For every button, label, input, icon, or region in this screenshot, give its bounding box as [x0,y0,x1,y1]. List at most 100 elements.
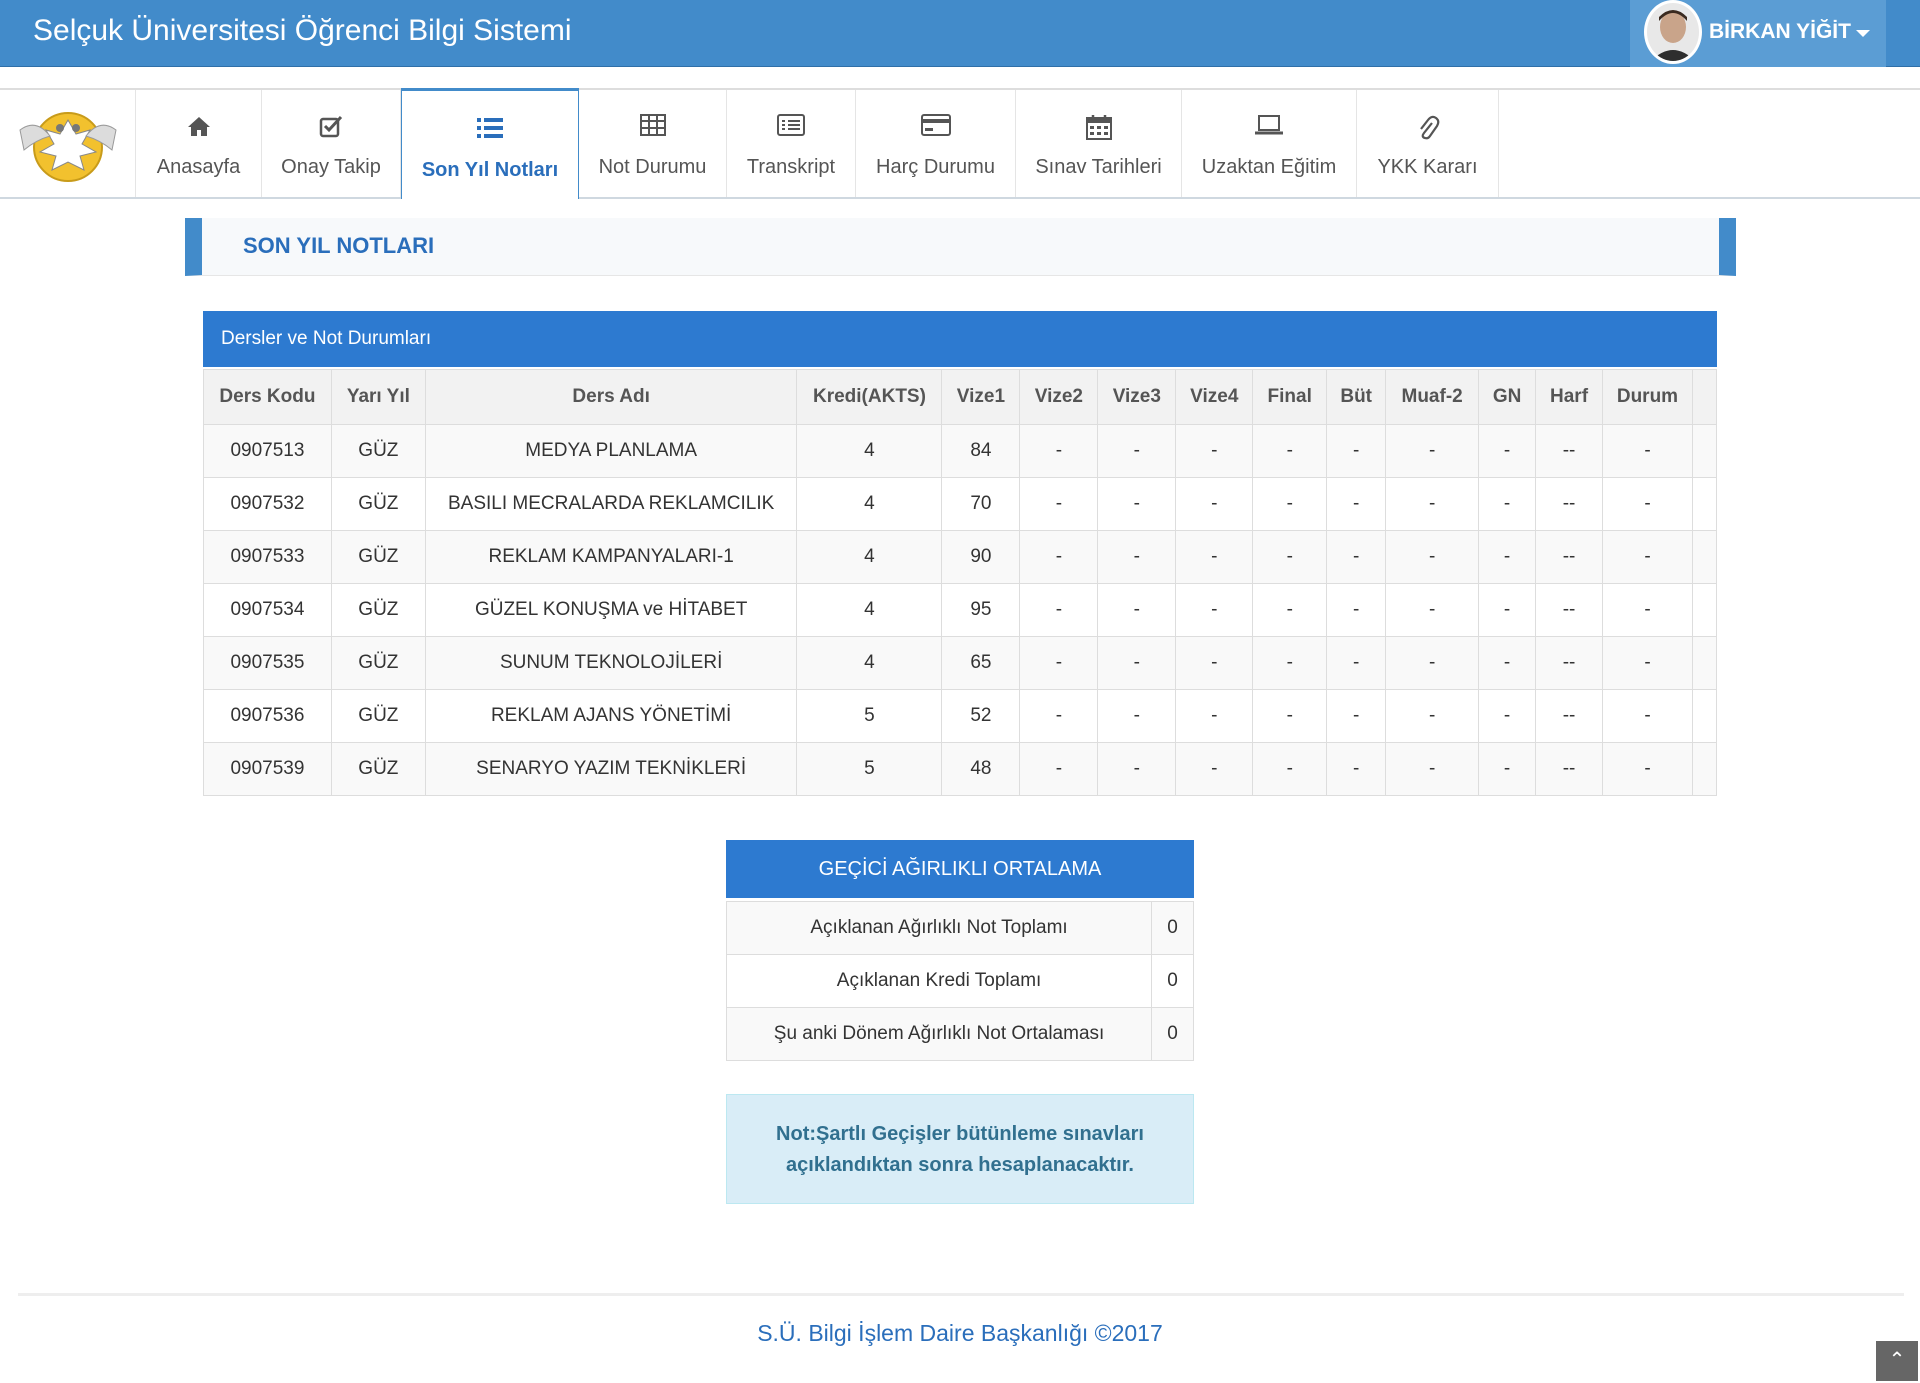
table-cell: -- [1535,689,1603,743]
table-cell: - [1478,583,1537,637]
table-cell: 0907532 [203,477,332,531]
double-chevron-up-icon: ⌃ [1888,1349,1906,1371]
panel-title: Dersler ve Not Durumları [221,328,432,349]
table-cell: - [1602,742,1693,796]
table-cell: 4 [796,477,943,531]
home-icon [136,114,261,140]
table-cell: SUNUM TEKNOLOJİLERİ [424,636,798,690]
column-header: Kredi(AKTS) [796,369,943,425]
table-cell: REKLAM AJANS YÖNETİMİ [424,689,798,743]
table-cell: 0907539 [203,742,332,796]
table-cell: - [1019,583,1099,637]
table-cell-spacer [1691,689,1718,743]
column-header: Ders Adı [424,369,798,425]
table-cell: BASILI MECRALARDA REKLAMCILIK [424,477,798,531]
table-cell: 4 [796,424,943,478]
column-header: Vize2 [1019,369,1099,425]
credit-card-icon [856,114,1015,140]
main-nav: Anasayfa Onay Takip Son Yıl Notları Not … [0,88,1920,199]
table-cell: 95 [941,583,1021,637]
table-cell: - [1602,636,1693,690]
table-cell: - [1326,477,1387,531]
table-cell-spacer [1691,742,1718,796]
table-cell: 0907535 [203,636,332,690]
table-cell: 4 [796,636,943,690]
table-cell: - [1097,477,1177,531]
note-line: açıklandıktan sonra hesaplanacaktır. [786,1154,1134,1176]
table-cell: - [1175,477,1254,531]
nav-son-yil-notlari[interactable]: Son Yıl Notları [401,88,579,199]
list-alt-icon [727,114,855,140]
nav-label: Uzaktan Eğitim [1201,156,1337,178]
table-cell: - [1478,689,1537,743]
column-header-spacer [1691,369,1718,425]
table-cell: 4 [796,583,943,637]
nav-label: Onay Takip [281,156,381,178]
nav-label: YKK Kararı [1377,156,1478,178]
gano-title: GEÇİCİ AĞIRLIKLI ORTALAMA [818,858,1102,880]
user-menu[interactable]: BİRKAN YİĞİT [1630,0,1886,67]
table-cell: - [1097,424,1177,478]
top-bar: Selçuk Üniversitesi Öğrenci Bilgi Sistem… [0,0,1920,67]
table-cell: - [1252,530,1328,584]
table-row: 0907513 GÜZ MEDYA PLANLAMA 4 84- - - - - - - -- - [203,424,1718,478]
footer-text: S.Ü. Bilgi İşlem Daire Başkanlığı ©2017 [757,1320,1163,1346]
nav-not-durumu[interactable]: Not Durumu [579,90,727,197]
table-cell: - [1385,742,1480,796]
gano-label: Şu anki Dönem Ağırlıklı Not Ortalaması [725,1007,1153,1061]
table-cell: - [1019,477,1099,531]
nav-transkript[interactable]: Transkript [727,90,856,197]
nav-onay-takip[interactable]: Onay Takip [262,90,401,197]
university-logo[interactable] [0,90,136,197]
table-row: 0907533 GÜZ REKLAM KAMPANYALARI-1 4 90- - - - - -… [203,530,1718,584]
table-cell: - [1602,424,1693,478]
table-cell: - [1326,636,1387,690]
table-cell: SENARYO YAZIM TEKNİKLERİ [424,742,798,796]
table-cell: GÜZ [330,583,426,637]
table-cell: - [1252,636,1328,690]
table-cell: - [1252,689,1328,743]
table-header-row: Ders Kodu Yarı Yıl Ders Adı Kredi(AKTS) … [203,369,1718,425]
table-cell: 5 [796,689,943,743]
table-cell: - [1252,583,1328,637]
table-cell: GÜZ [330,424,426,478]
table-cell: - [1097,689,1177,743]
table-cell: GÜZ [330,530,426,584]
column-header: Vize4 [1175,369,1254,425]
footer-divider [18,1293,1904,1296]
table-cell: GÜZ [330,742,426,796]
table-cell: - [1326,424,1387,478]
table-row: 0907532 GÜZ BASILI MECRALARDA REKLAMCILIK 4… [203,477,1718,531]
nav-ykk-karari[interactable]: YKK Kararı [1357,90,1499,197]
grades-panel-heading: Dersler ve Not Durumları [203,311,1717,367]
table-cell: - [1252,424,1328,478]
column-header: Büt [1326,369,1387,425]
table-cell: - [1326,689,1387,743]
table-cell: MEDYA PLANLAMA [424,424,798,478]
table-cell: 0907533 [203,530,332,584]
nav-uzaktan-egitim[interactable]: Uzaktan Eğitim [1182,90,1357,197]
table-cell: 70 [941,477,1021,531]
gano-heading: GEÇİCİ AĞIRLIKLI ORTALAMA [726,840,1194,898]
table-cell: - [1385,424,1480,478]
nav-label: Anasayfa [156,156,241,178]
column-header: Vize3 [1097,369,1177,425]
table-cell: - [1097,636,1177,690]
table-cell: 0907534 [203,583,332,637]
page-title: SON YIL NOTLARI [243,233,435,258]
table-cell: - [1385,689,1480,743]
gano-label: Açıklanan Kredi Toplamı [725,954,1153,1008]
paperclip-icon [1357,114,1498,140]
list-icon [402,117,578,143]
nav-anasayfa[interactable]: Anasayfa [136,90,262,197]
nav-label: Transkript [746,156,836,178]
nav-harc-durumu[interactable]: Harç Durumu [856,90,1016,197]
scroll-to-top-button[interactable]: ⌃ [1876,1341,1918,1381]
table-cell: -- [1535,636,1603,690]
gano-value: 0 [1151,1007,1194,1061]
nav-label: Son Yıl Notları [421,159,559,181]
nav-sinav-tarihleri[interactable]: Sınav Tarihleri [1016,90,1182,197]
table-cell: 0907536 [203,689,332,743]
table-cell: 84 [941,424,1021,478]
table-row: Açıklanan Kredi Toplamı 0 [725,954,1194,1008]
